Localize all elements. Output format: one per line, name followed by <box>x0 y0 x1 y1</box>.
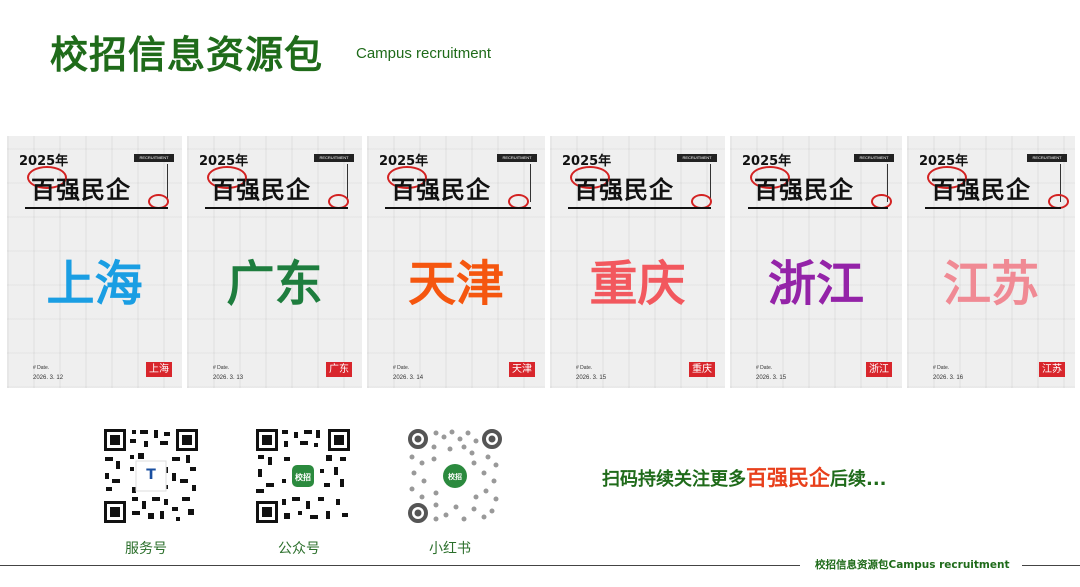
divider <box>205 207 348 209</box>
poster-city: 重庆 <box>589 256 686 312</box>
poster-date-label: # Date. <box>756 365 773 371</box>
poster-date-label: # Date. <box>213 365 230 371</box>
promo-suffix: 后续... <box>830 469 887 490</box>
poster-city-tag: 重庆 <box>689 362 715 377</box>
poster-card-jiangsu[interactable]: 2025年 RECRUITMENT 百强民企 江苏 # Date. 2026. … <box>907 136 1075 388</box>
poster-card-tianjin[interactable]: 2025年 RECRUITMENT 百强民企 天津 # Date. 2026. … <box>367 136 545 388</box>
promo-highlight: 百强民企 <box>746 466 830 490</box>
poster-date: 2026. 3. 13 <box>213 375 244 381</box>
divider <box>748 207 888 209</box>
page-subtitle: Campus recruitment <box>356 45 492 62</box>
footer-divider <box>1022 565 1080 566</box>
poster-city: 江苏 <box>942 256 1039 312</box>
poster-headline: 百强民企 <box>31 176 131 204</box>
svg-text:校招: 校招 <box>295 472 311 482</box>
poster-badge: RECRUITMENT <box>314 154 354 162</box>
qr-code-icon: 校招 <box>254 427 352 525</box>
divider <box>25 207 168 209</box>
poster-date-label: # Date. <box>393 365 410 371</box>
poster-gallery: 2025年 RECRUITMENT 百强民企 上海 # Date. 2026. … <box>7 136 1075 388</box>
qr-label-service-account: 服务号 <box>125 541 167 557</box>
poster-badge: RECRUITMENT <box>677 154 717 162</box>
qr-label-official-account: 公众号 <box>278 541 320 557</box>
poster-headline: 百强民企 <box>754 176 854 204</box>
poster-city-tag: 天津 <box>509 362 535 377</box>
poster-date: 2026. 3. 12 <box>33 375 64 381</box>
poster-badge: RECRUITMENT <box>1027 154 1067 162</box>
poster-headline: 百强民企 <box>931 176 1031 204</box>
poster-card-chongqing[interactable]: 2025年 RECRUITMENT 百强民企 重庆 # Date. 2026. … <box>550 136 725 388</box>
qr-code-icon: T <box>102 427 200 525</box>
promo-prefix: 扫码持续关注更多 <box>602 469 746 490</box>
promo-text: 扫码持续关注更多百强民企后续... <box>602 462 887 492</box>
footer-text: 校招信息资源包Campus recruitment <box>815 559 1010 571</box>
poster-badge: RECRUITMENT <box>134 154 174 162</box>
poster-city: 广东 <box>226 256 323 312</box>
poster-date-label: # Date. <box>576 365 593 371</box>
poster-date: 2026. 3. 15 <box>756 375 787 381</box>
poster-badge: RECRUITMENT <box>497 154 537 162</box>
qr-code-official-account[interactable]: 校招 <box>254 427 352 525</box>
poster-card-guangdong[interactable]: 2025年 RECRUITMENT 百强民企 广东 # Date. 2026. … <box>187 136 362 388</box>
poster-city-tag: 浙江 <box>866 362 892 377</box>
poster-card-zhejiang[interactable]: 2025年 RECRUITMENT 百强民企 浙江 # Date. 2026. … <box>730 136 902 388</box>
qr-code-icon: 校招 <box>406 427 504 525</box>
poster-headline: 百强民企 <box>574 176 674 204</box>
page-title: 校招信息资源包 <box>50 33 324 77</box>
poster-card-shanghai[interactable]: 2025年 RECRUITMENT 百强民企 上海 # Date. 2026. … <box>7 136 182 388</box>
qr-code-service-account[interactable]: T <box>102 427 200 525</box>
divider <box>530 164 531 202</box>
poster-date-label: # Date. <box>33 365 50 371</box>
poster-headline: 百强民企 <box>391 176 491 204</box>
qr-code-xiaohongshu[interactable]: 校招 <box>406 427 504 525</box>
svg-text:校招: 校招 <box>448 472 462 481</box>
poster-city: 浙江 <box>767 256 864 312</box>
poster-headline: 百强民企 <box>211 176 311 204</box>
svg-text:T: T <box>146 467 156 483</box>
poster-city-tag: 上海 <box>146 362 172 377</box>
poster-city-tag: 广东 <box>326 362 352 377</box>
poster-date: 2026. 3. 14 <box>393 375 424 381</box>
divider <box>385 207 531 209</box>
divider <box>568 207 711 209</box>
poster-city: 上海 <box>46 256 143 312</box>
poster-badge: RECRUITMENT <box>854 154 894 162</box>
divider <box>925 207 1061 209</box>
poster-city: 天津 <box>407 256 504 312</box>
footer-divider <box>0 565 800 566</box>
poster-date-label: # Date. <box>933 365 950 371</box>
qr-label-xiaohongshu: 小红书 <box>429 541 471 557</box>
poster-date: 2026. 3. 15 <box>576 375 607 381</box>
poster-date: 2026. 3. 16 <box>933 375 964 381</box>
poster-city-tag: 江苏 <box>1039 362 1065 377</box>
